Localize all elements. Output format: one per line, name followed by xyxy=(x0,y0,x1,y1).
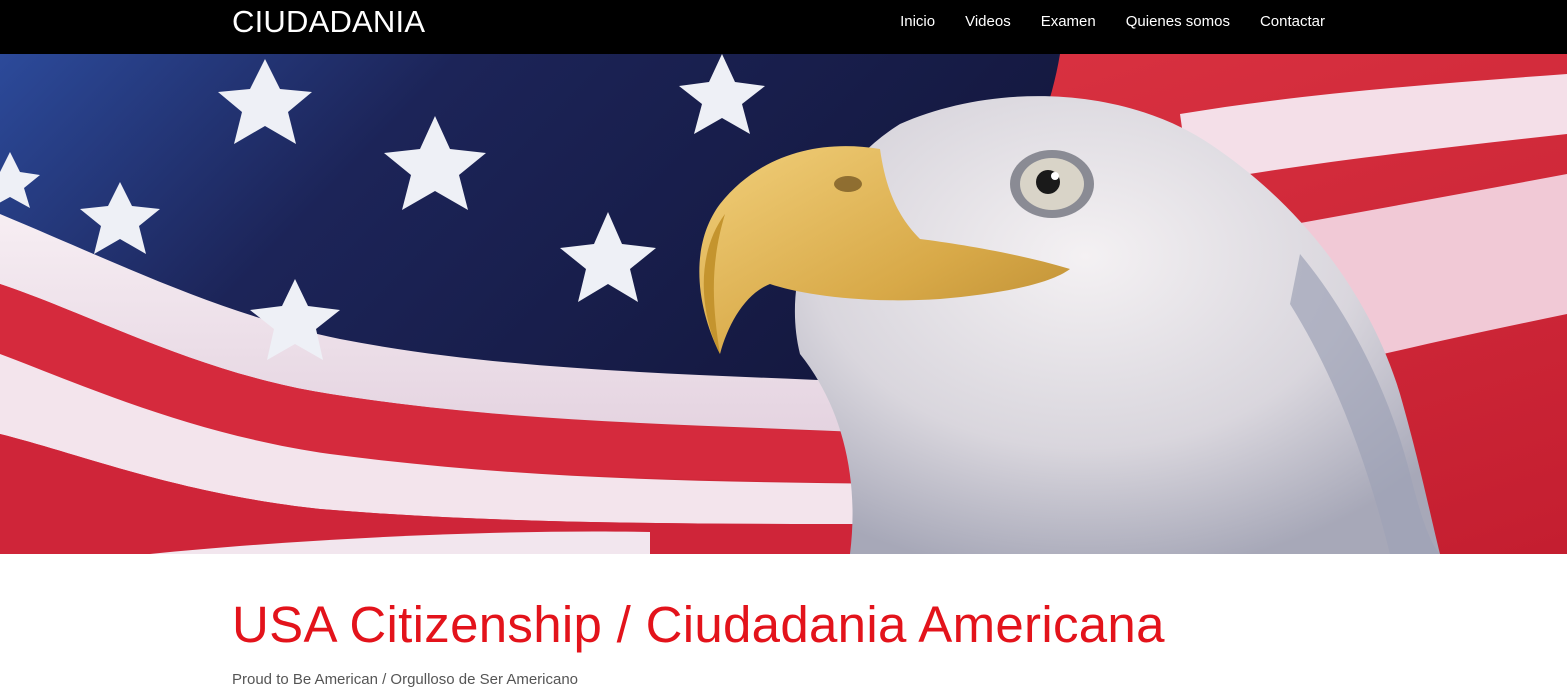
top-navbar: CIUDADANIA Inicio Videos Examen Quienes … xyxy=(0,0,1567,54)
nav-item-examen: Examen xyxy=(1041,13,1096,31)
hero-banner xyxy=(0,54,1567,554)
nav-item-quienes-somos: Quienes somos xyxy=(1126,13,1230,31)
nav-item-inicio: Inicio xyxy=(900,13,935,31)
main-nav: Inicio Videos Examen Quienes somos Conta… xyxy=(900,13,1325,31)
nav-link-videos[interactable]: Videos xyxy=(965,13,1011,30)
nav-link-contactar[interactable]: Contactar xyxy=(1260,13,1325,30)
nav-link-inicio[interactable]: Inicio xyxy=(900,13,935,30)
flag-eagle-image xyxy=(0,54,1567,554)
nav-link-examen[interactable]: Examen xyxy=(1041,13,1096,30)
nav-item-videos: Videos xyxy=(965,13,1011,31)
nav-link-quienes-somos[interactable]: Quienes somos xyxy=(1126,13,1230,30)
page-subtitle: Proud to Be American / Orgulloso de Ser … xyxy=(232,671,579,688)
page-title: USA Citizenship / Ciudadania Americana xyxy=(232,596,1165,653)
main-content: USA Citizenship / Ciudadania Americana P… xyxy=(232,594,1332,689)
nav-item-contactar: Contactar xyxy=(1260,13,1325,31)
site-logo-link[interactable]: CIUDADANIA xyxy=(232,5,425,39)
